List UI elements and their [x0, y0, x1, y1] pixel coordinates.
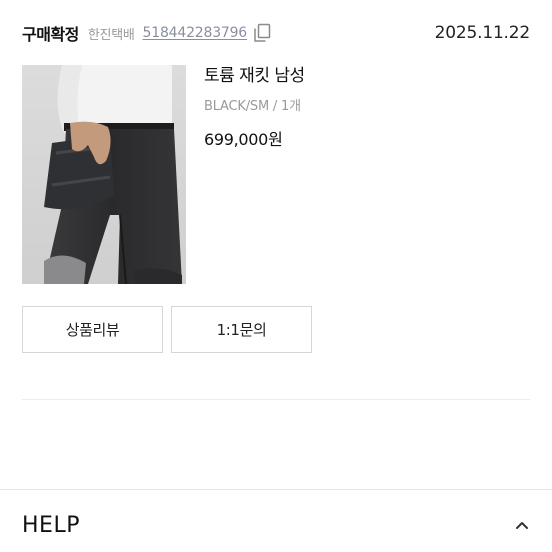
inquiry-button[interactable]: 1:1문의	[171, 306, 312, 353]
order-header: 구매확정 한진택배 518442283796 2025.11.22	[22, 18, 530, 48]
section-divider	[0, 489, 552, 490]
help-section-toggle[interactable]: HELP	[22, 505, 530, 545]
product-name[interactable]: 토륨 재킷 남성	[204, 63, 305, 89]
tracking-number-link[interactable]: 518442283796	[143, 25, 248, 41]
divider	[22, 399, 530, 400]
order-status: 구매확정	[22, 25, 79, 44]
product-review-button[interactable]: 상품리뷰	[22, 306, 163, 353]
product-image[interactable]	[22, 65, 186, 284]
order-detail-page: 구매확정 한진택배 518442283796 2025.11.22 토륨 재킷 …	[0, 0, 552, 552]
product-info: 토륨 재킷 남성 BLACK/SM / 1개 699,000원	[204, 63, 305, 150]
help-title: HELP	[22, 512, 80, 538]
order-date: 2025.11.22	[434, 23, 531, 43]
carrier-name: 한진택배	[87, 27, 135, 43]
product-price: 699,000원	[204, 130, 283, 149]
product-option: BLACK/SM / 1개	[204, 99, 301, 114]
copy-icon[interactable]	[253, 23, 271, 43]
chevron-up-icon[interactable]	[514, 517, 530, 533]
